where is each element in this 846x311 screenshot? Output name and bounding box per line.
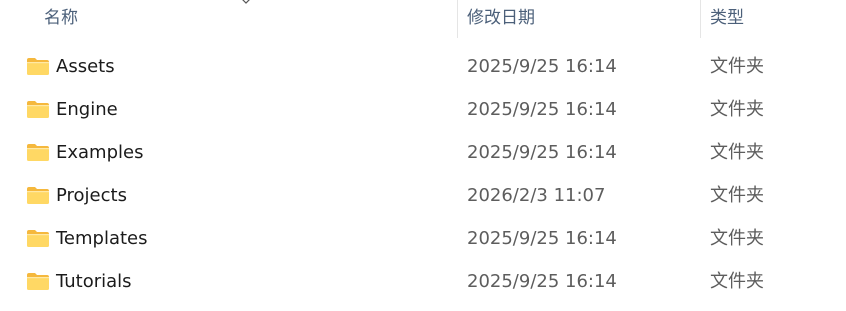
- file-row[interactable]: Examples 2025/9/25 16:14 文件夹: [0, 131, 846, 174]
- file-row[interactable]: Projects 2026/2/3 11:07 文件夹: [0, 174, 846, 217]
- file-row[interactable]: Engine 2025/9/25 16:14 文件夹: [0, 88, 846, 131]
- file-name: Tutorials: [56, 271, 132, 292]
- column-header-date-modified[interactable]: 修改日期: [467, 0, 535, 38]
- file-type: 文件夹: [710, 142, 764, 163]
- file-row[interactable]: Tutorials 2025/9/25 16:14 文件夹: [0, 260, 846, 303]
- column-header-name[interactable]: 名称: [44, 0, 78, 38]
- file-name: Engine: [56, 99, 118, 120]
- file-list-view: 名称 修改日期 类型 Assets 2025/9/25 16:14 文件夹 En…: [0, 0, 846, 311]
- file-name: Projects: [56, 185, 127, 206]
- column-divider[interactable]: [457, 0, 458, 38]
- file-date-modified: 2025/9/25 16:14: [467, 228, 617, 249]
- file-date-modified: 2025/9/25 16:14: [467, 56, 617, 77]
- folder-icon: [27, 273, 49, 290]
- column-divider[interactable]: [700, 0, 701, 38]
- column-header-bar: 名称 修改日期 类型: [0, 0, 846, 38]
- file-name: Examples: [56, 142, 144, 163]
- column-header-type[interactable]: 类型: [710, 0, 744, 38]
- file-type: 文件夹: [710, 56, 764, 77]
- folder-icon: [27, 230, 49, 247]
- folder-icon: [27, 101, 49, 118]
- file-name: Assets: [56, 56, 115, 77]
- file-date-modified: 2025/9/25 16:14: [467, 142, 617, 163]
- file-type: 文件夹: [710, 185, 764, 206]
- folder-icon: [27, 58, 49, 75]
- file-name: Templates: [56, 228, 148, 249]
- folder-icon: [27, 187, 49, 204]
- file-date-modified: 2025/9/25 16:14: [467, 99, 617, 120]
- file-rows: Assets 2025/9/25 16:14 文件夹 Engine 2025/9…: [0, 45, 846, 303]
- file-type: 文件夹: [710, 228, 764, 249]
- file-row[interactable]: Templates 2025/9/25 16:14 文件夹: [0, 217, 846, 260]
- file-date-modified: 2025/9/25 16:14: [467, 271, 617, 292]
- file-row[interactable]: Assets 2025/9/25 16:14 文件夹: [0, 45, 846, 88]
- file-type: 文件夹: [710, 271, 764, 292]
- file-date-modified: 2026/2/3 11:07: [467, 185, 606, 206]
- sort-caret-icon: [242, 0, 250, 4]
- folder-icon: [27, 144, 49, 161]
- file-type: 文件夹: [710, 99, 764, 120]
